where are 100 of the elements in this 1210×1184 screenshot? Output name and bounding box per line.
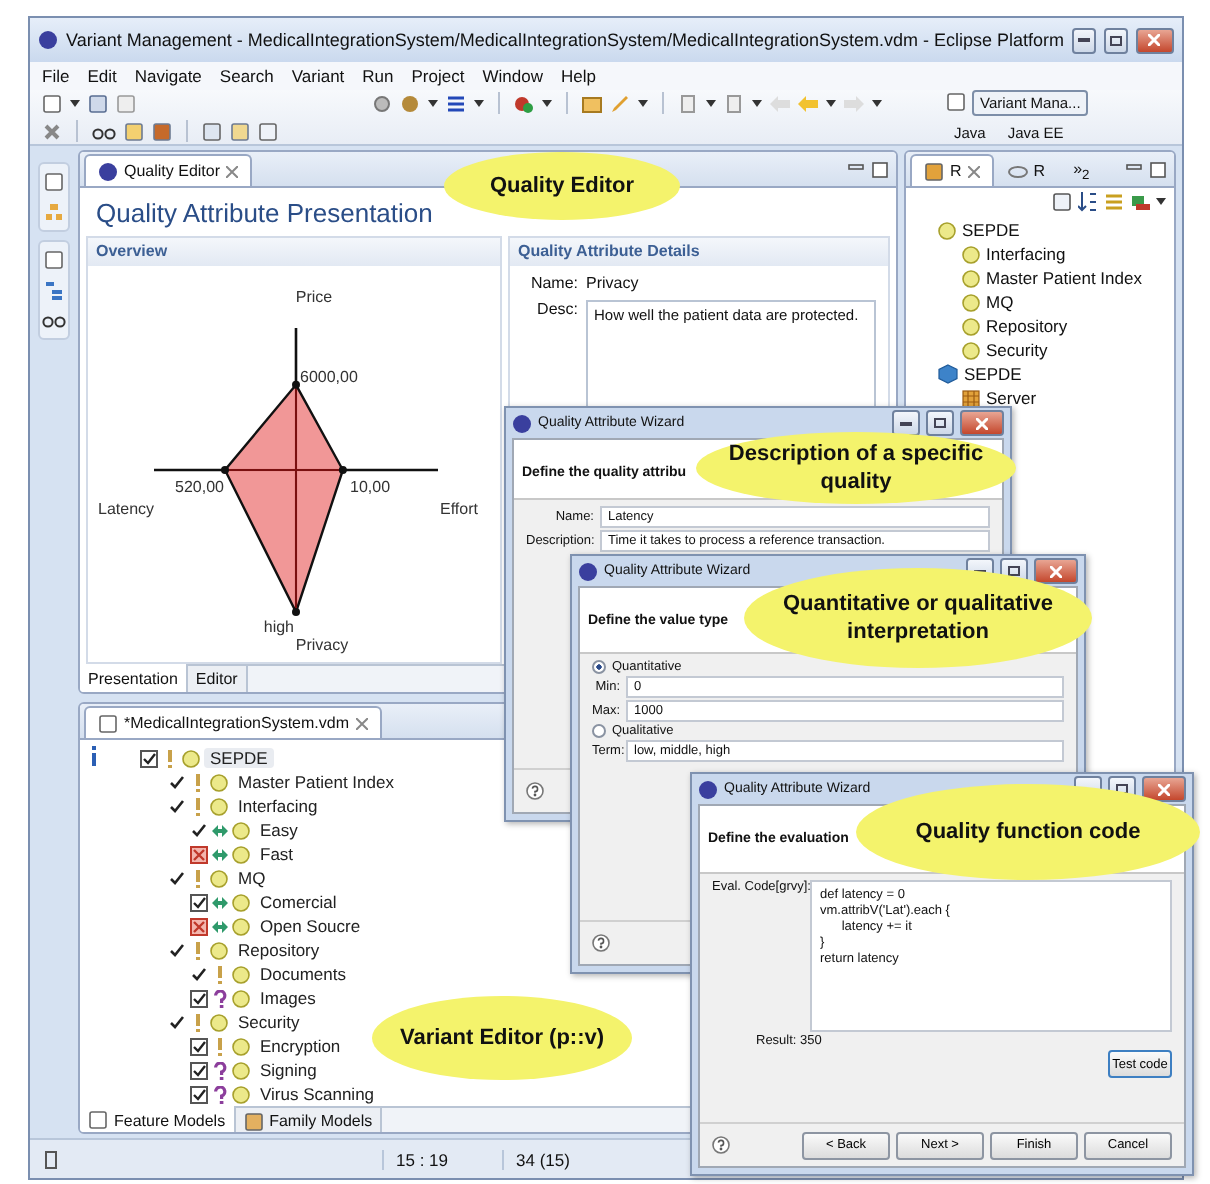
maximize-button[interactable] [926, 410, 954, 436]
menu-item[interactable]: Navigate [134, 66, 202, 86]
view-tab[interactable]: R [910, 154, 994, 186]
close-button[interactable] [1034, 558, 1078, 584]
tree-item[interactable]: Open Soucre [254, 916, 367, 936]
tree-item[interactable]: Images [254, 988, 322, 1008]
checkbox[interactable] [190, 1037, 208, 1055]
dropdown-caret-icon[interactable] [70, 99, 80, 107]
tree-item[interactable]: Fast [254, 844, 300, 864]
delete-icon[interactable] [42, 121, 62, 141]
quality-editor-tab[interactable]: Quality Editor [84, 154, 253, 186]
close-button[interactable] [960, 410, 1004, 436]
tree-item[interactable]: Documents [254, 964, 352, 984]
dropdown-caret-icon[interactable] [872, 99, 882, 107]
dropdown-caret-icon[interactable] [1156, 198, 1166, 206]
minimize-button[interactable] [892, 410, 920, 436]
tree-item[interactable]: Comercial [254, 892, 343, 912]
package-icon[interactable] [152, 121, 172, 141]
tree-item[interactable]: Security [986, 340, 1048, 360]
tree-item[interactable]: MQ [232, 868, 272, 888]
close-icon[interactable] [226, 165, 239, 177]
help-icon[interactable] [526, 782, 544, 800]
menu-item[interactable]: File [42, 66, 70, 86]
check-icon[interactable] [168, 797, 186, 815]
maximize-icon[interactable] [1150, 162, 1166, 178]
maximize-icon[interactable] [872, 162, 888, 178]
checkbox[interactable] [190, 893, 208, 911]
checkbox[interactable] [190, 1085, 208, 1103]
page-tab[interactable]: Editor [187, 666, 248, 692]
check-icon[interactable] [190, 821, 208, 839]
tree-item[interactable]: SEPDE [964, 364, 1022, 384]
maximize-button[interactable] [1103, 27, 1127, 53]
minimize-button[interactable] [1072, 27, 1096, 53]
view-tab[interactable]: R [993, 154, 1060, 186]
dropdown-caret-icon[interactable] [638, 99, 648, 107]
glasses-icon[interactable] [42, 310, 66, 330]
minimize-icon[interactable] [848, 164, 864, 176]
close-button[interactable] [1142, 776, 1186, 802]
menu-item[interactable]: Window [482, 66, 543, 86]
close-icon[interactable] [355, 717, 367, 729]
help-icon[interactable] [712, 1136, 730, 1154]
radio-button[interactable] [592, 724, 606, 738]
dropdown-caret-icon[interactable] [826, 99, 836, 107]
close-button[interactable] [1135, 27, 1174, 53]
dropdown-caret-icon[interactable] [752, 99, 762, 107]
tree-item[interactable]: Server [986, 388, 1037, 408]
dropdown-caret-icon[interactable] [706, 99, 716, 107]
help-icon[interactable] [592, 934, 610, 952]
page-tab[interactable]: Presentation [80, 664, 188, 692]
run-icon[interactable] [514, 93, 534, 113]
excluded-checkbox[interactable] [190, 917, 208, 935]
check-icon[interactable] [168, 941, 186, 959]
menu-item[interactable]: Edit [87, 66, 117, 86]
tree-item[interactable]: Encryption [254, 1036, 347, 1056]
dropdown-caret-icon[interactable] [542, 99, 552, 107]
tree-item[interactable]: SEPDE [962, 220, 1020, 240]
check-icon[interactable] [168, 773, 186, 791]
tree-icon[interactable] [44, 280, 64, 300]
tree-item[interactable]: Master Patient Index [232, 772, 400, 792]
tree-item[interactable]: Virus Scanning [254, 1084, 381, 1104]
field-label: Desc: [535, 300, 578, 322]
tree-item[interactable]: Interfacing [232, 796, 324, 816]
radio-button[interactable] [592, 660, 606, 674]
section-title: Overview [88, 238, 500, 266]
tree-item[interactable]: Security [232, 1012, 306, 1032]
list-icon[interactable] [446, 93, 466, 113]
tree-item[interactable]: Easy [254, 820, 304, 840]
dropdown-caret-icon[interactable] [474, 99, 484, 107]
tree-item[interactable]: Repository [986, 316, 1068, 336]
tree-item[interactable]: SEPDE [204, 748, 274, 768]
menu-item[interactable]: Help [560, 66, 596, 86]
more-views-tab[interactable]: »$_{2}$ [1059, 154, 1104, 186]
check-icon[interactable] [168, 1013, 186, 1031]
menu-item[interactable]: Run [362, 66, 394, 86]
model-tab[interactable]: Feature Models [80, 1106, 236, 1132]
remove-icon[interactable] [1130, 192, 1150, 212]
checkbox[interactable] [140, 749, 158, 767]
tree-item[interactable]: Interfacing [986, 244, 1066, 264]
model-tab[interactable]: Family Models [235, 1108, 383, 1132]
tree-item[interactable]: MQ [986, 292, 1014, 312]
menu-item[interactable]: Search [219, 66, 274, 86]
minimize-icon[interactable] [1126, 164, 1142, 176]
tree-item[interactable]: Repository [232, 940, 326, 960]
sort-icon[interactable] [1078, 192, 1098, 212]
link-icon[interactable] [1007, 165, 1028, 177]
checkbox[interactable] [190, 989, 208, 1007]
menu-item[interactable]: Project [411, 66, 465, 86]
file-tab[interactable]: *MedicalIntegrationSystem.vdm [84, 706, 381, 738]
check-icon[interactable] [190, 965, 208, 983]
data-point [338, 466, 347, 474]
excluded-checkbox[interactable] [190, 845, 208, 863]
checkbox[interactable] [190, 1061, 208, 1079]
minimize-icon [1077, 38, 1090, 42]
folder-icon[interactable] [582, 93, 602, 113]
menu-item[interactable]: Variant [291, 66, 345, 86]
check-icon[interactable] [168, 869, 186, 887]
tree-item[interactable]: Master Patient Index [986, 268, 1142, 288]
tree-item[interactable]: Signing [254, 1060, 323, 1080]
dropdown-caret-icon[interactable] [428, 99, 438, 107]
close-icon[interactable] [967, 165, 980, 177]
